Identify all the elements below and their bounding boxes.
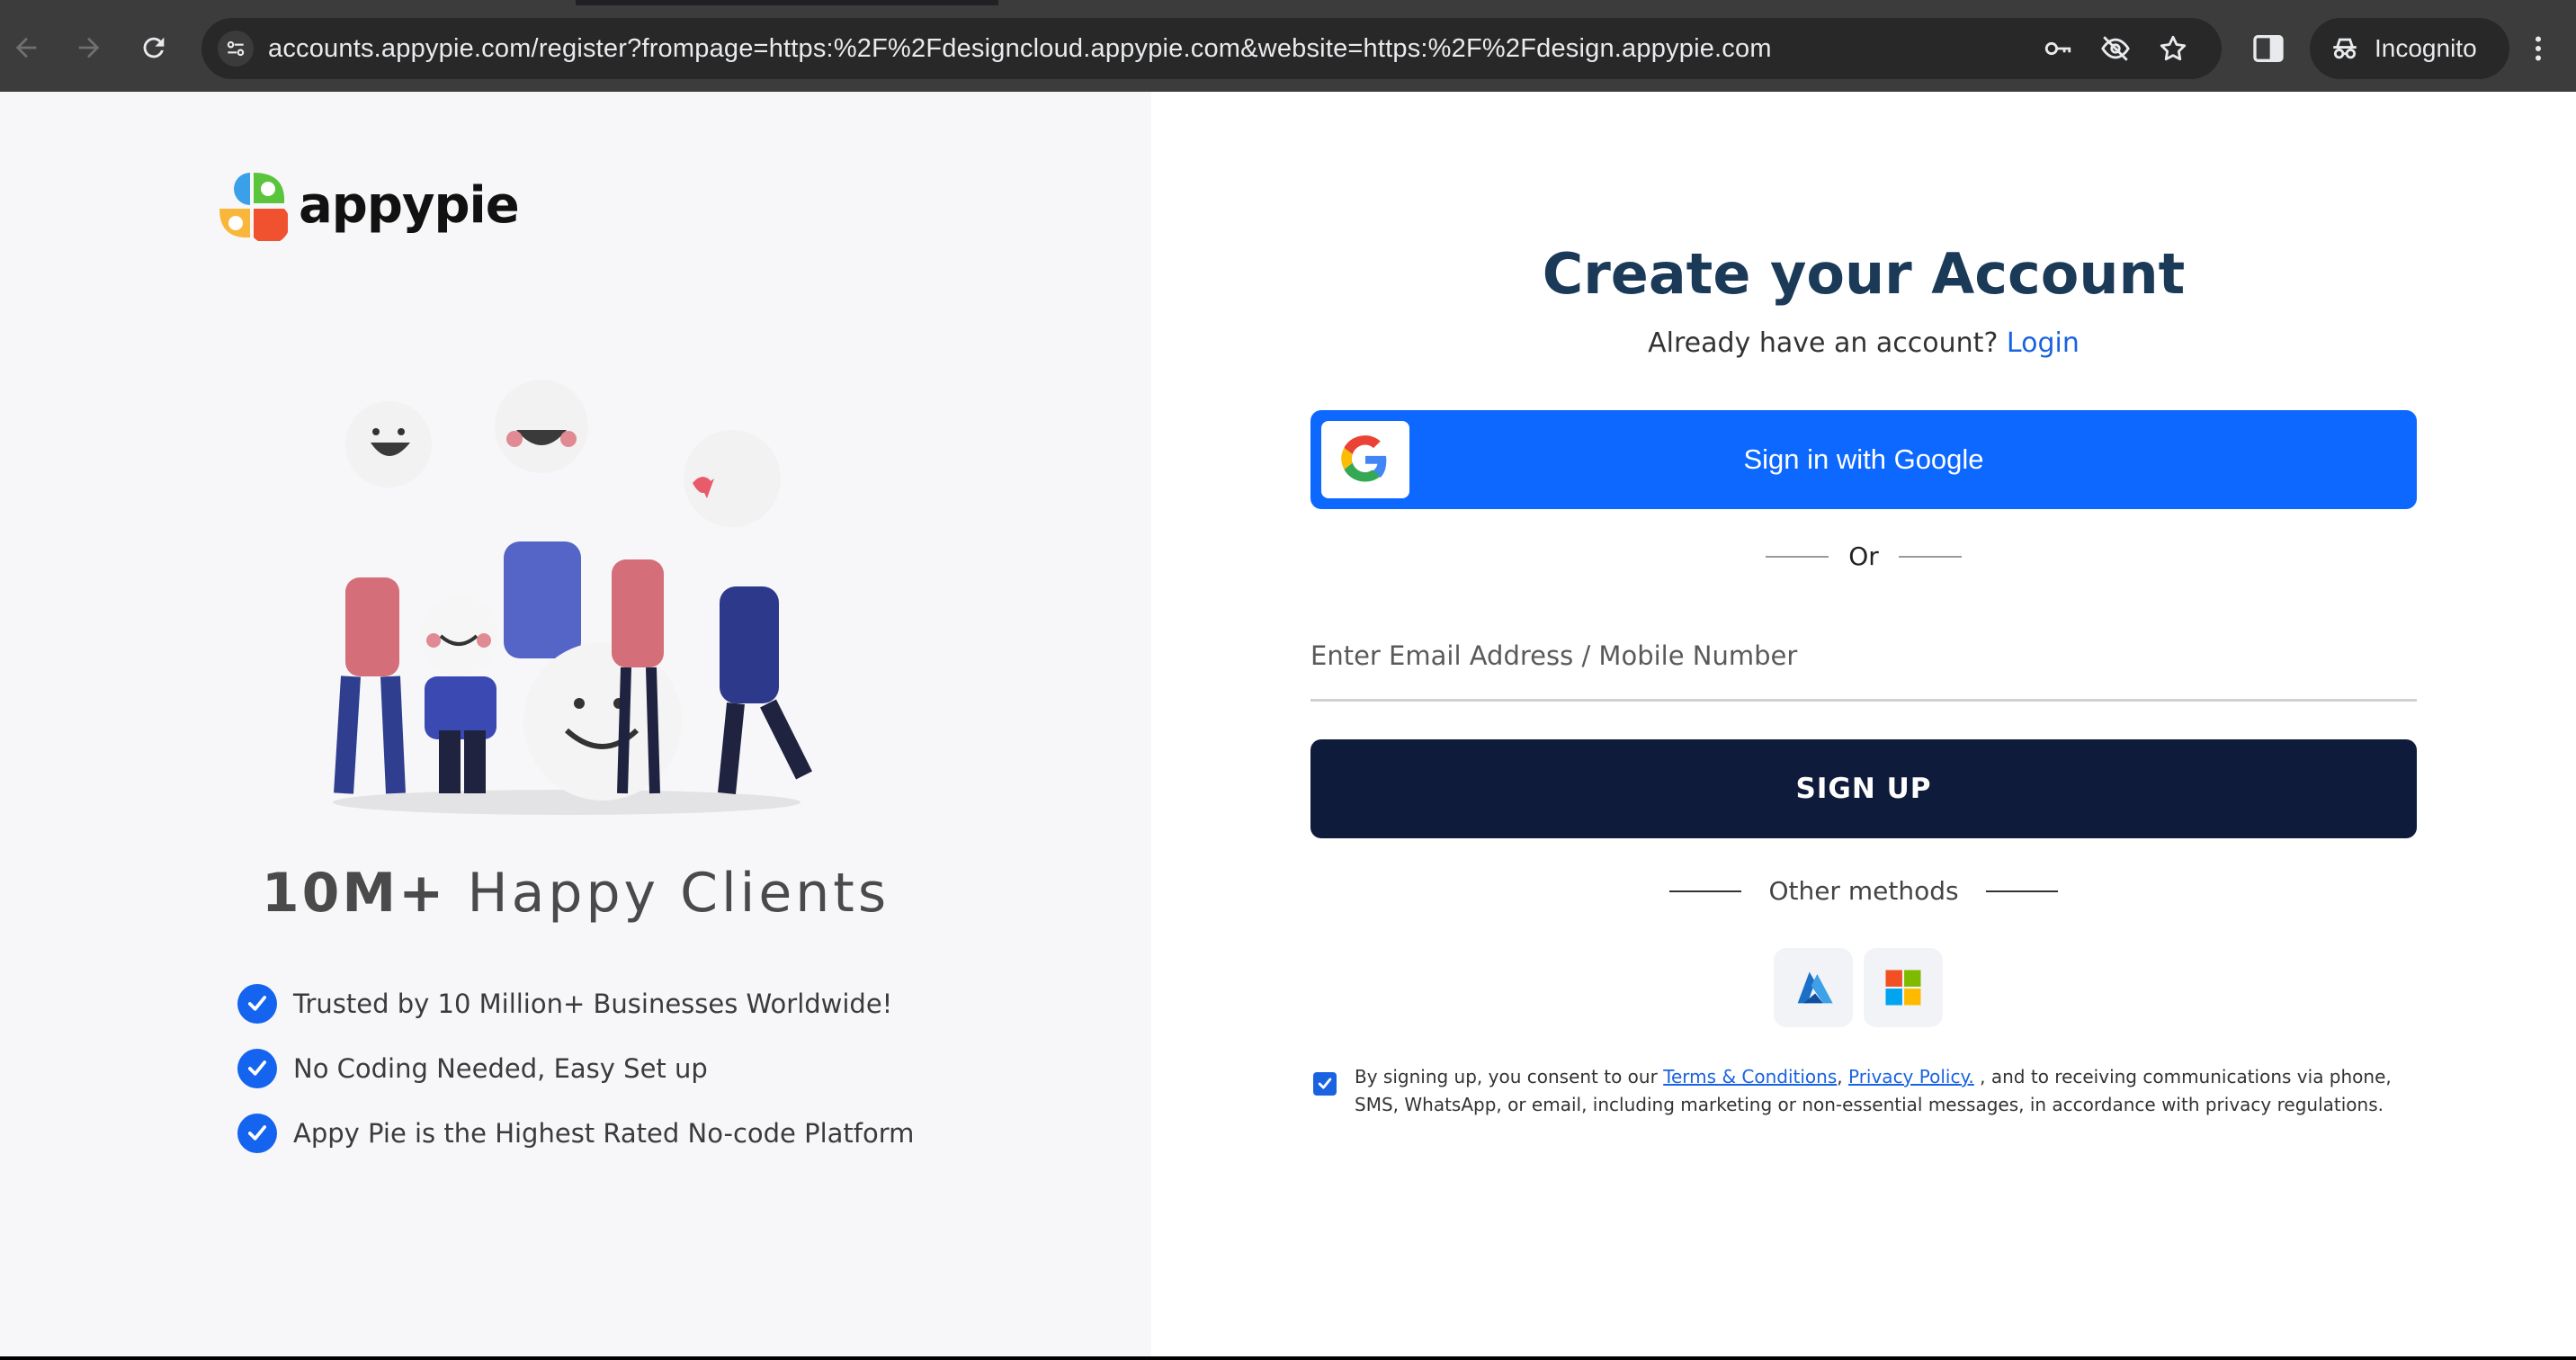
email-or-mobile-input[interactable]	[1310, 612, 2417, 702]
google-icon	[1341, 435, 1387, 482]
bookmark-button[interactable]	[2157, 32, 2189, 65]
login-prompt: Already have an account? Login	[1151, 327, 2576, 359]
consent-text: By signing up, you consent to our Terms …	[1355, 1063, 2428, 1119]
check-icon	[237, 1114, 277, 1153]
azure-signin-button[interactable]	[1774, 948, 1853, 1027]
side-panel-button[interactable]	[2250, 31, 2286, 67]
divider-line	[1669, 890, 1742, 892]
reload-button[interactable]	[133, 27, 174, 68]
page-title: Create your Account	[1542, 241, 2186, 307]
consent-checkbox[interactable]	[1313, 1072, 1337, 1096]
url-text[interactable]: accounts.appypie.com/register?frompage=h…	[268, 18, 1772, 79]
signup-button[interactable]: SIGN UP	[1310, 739, 2417, 838]
forward-icon	[78, 37, 100, 58]
microsoft-signin-button[interactable]	[1864, 948, 1943, 1027]
or-label: Or	[1848, 541, 1879, 571]
reload-icon	[143, 37, 165, 58]
back-button[interactable]	[5, 27, 47, 68]
consent-prefix: By signing up, you consent to our	[1355, 1066, 1664, 1087]
consent-row: By signing up, you consent to our Terms …	[1313, 1063, 2428, 1119]
star-icon	[2160, 35, 2187, 61]
window-bottom-edge	[0, 1356, 2576, 1360]
back-icon	[15, 37, 37, 58]
other-methods-divider: Other methods	[1151, 876, 2576, 906]
google-signin-button[interactable]: Sign in with Google	[1310, 410, 2417, 509]
page: appypie 10M+ Happy Clients Trusted by 10…	[0, 92, 2576, 1356]
site-info-icon	[227, 40, 245, 57]
divider-line	[1985, 890, 2058, 892]
eye-off-icon	[2101, 36, 2130, 61]
check-icon	[237, 984, 277, 1024]
clients-label: Happy Clients	[446, 862, 890, 925]
clients-heading: 10M+ Happy Clients	[0, 862, 1151, 925]
site-info-button[interactable]	[218, 31, 254, 67]
browser-toolbar: accounts.appypie.com/register?frompage=h…	[0, 0, 2576, 92]
feature-text: No Coding Needed, Easy Set up	[293, 1053, 708, 1084]
key-icon	[2044, 41, 2071, 56]
promo-panel: appypie 10M+ Happy Clients Trusted by 10…	[0, 92, 1151, 1356]
feature-item: Trusted by 10 Million+ Businesses Worldw…	[237, 971, 914, 1036]
tab-edge	[0, 0, 576, 5]
appypie-logo[interactable]: appypie	[216, 169, 520, 241]
address-bar[interactable]: accounts.appypie.com/register?frompage=h…	[201, 18, 2222, 79]
divider-line	[1898, 555, 1962, 558]
incognito-icon	[2333, 38, 2357, 59]
checkmark-icon	[1318, 1078, 1332, 1089]
forward-button[interactable]	[68, 27, 110, 68]
other-methods-label: Other methods	[1768, 876, 1959, 906]
tab-edge	[998, 0, 2576, 5]
terms-link[interactable]: Terms & Conditions	[1663, 1066, 1837, 1087]
happy-clients-illustration	[333, 380, 812, 815]
feature-list: Trusted by 10 Million+ Businesses Worldw…	[237, 971, 914, 1166]
divider-line	[1766, 555, 1829, 558]
side-panel-icon	[2253, 35, 2284, 62]
feature-item: Appy Pie is the Highest Rated No-code Pl…	[237, 1101, 914, 1166]
privacy-link[interactable]: Privacy Policy.	[1848, 1066, 1974, 1087]
feature-text: Appy Pie is the Highest Rated No-code Pl…	[293, 1118, 915, 1149]
consent-separator: ,	[1837, 1066, 1848, 1087]
check-icon	[237, 1049, 277, 1088]
browser-menu-button[interactable]	[2522, 31, 2554, 67]
tab-strip	[0, 0, 2576, 5]
incognito-indicator[interactable]: Incognito	[2310, 18, 2509, 79]
appypie-logo-icon	[219, 173, 288, 241]
feature-text: Trusted by 10 Million+ Businesses Worldw…	[293, 989, 893, 1019]
or-divider: Or	[1151, 541, 2576, 571]
azure-icon	[1797, 971, 1833, 1004]
tracking-protection-button[interactable]	[2099, 32, 2132, 65]
clients-count: 10M+	[261, 862, 447, 925]
kebab-menu-icon	[2536, 36, 2541, 61]
login-prompt-text: Already have an account?	[1648, 327, 1999, 359]
password-key-button[interactable]	[2042, 32, 2074, 65]
google-icon-box	[1321, 421, 1409, 498]
google-signin-label: Sign in with Google	[1743, 443, 1984, 475]
login-link[interactable]: Login	[2007, 327, 2080, 359]
microsoft-icon	[1885, 970, 1921, 1006]
feature-item: No Coding Needed, Easy Set up	[237, 1036, 914, 1101]
incognito-label: Incognito	[2375, 34, 2477, 62]
signup-panel: Create your Account Already have an acco…	[1151, 92, 2576, 1356]
appypie-wordmark: appypie	[299, 175, 520, 235]
